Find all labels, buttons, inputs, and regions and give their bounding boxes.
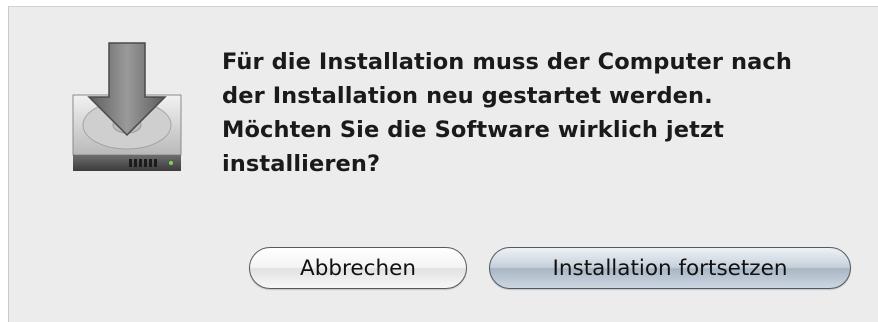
installer-disk-icon xyxy=(72,42,182,171)
continue-installation-button[interactable]: Installation fortsetzen xyxy=(489,247,851,289)
alert-message-line: Möchten Sie die Software wirklich jetzt xyxy=(222,117,725,143)
alert-message-line: Für die Installation muss der Computer n… xyxy=(222,49,792,75)
continue-installation-button-label: Installation fortsetzen xyxy=(552,255,788,281)
cancel-button[interactable]: Abbrechen xyxy=(249,247,467,289)
alert-message-line: installieren? xyxy=(222,151,381,177)
alert-message: Für die Installation muss der Computer n… xyxy=(222,45,862,181)
alert-message-line: der Installation neu gestartet werden. xyxy=(222,83,713,109)
restart-alert-dialog: Für die Installation muss der Computer n… xyxy=(8,6,878,322)
cancel-button-label: Abbrechen xyxy=(300,255,416,281)
